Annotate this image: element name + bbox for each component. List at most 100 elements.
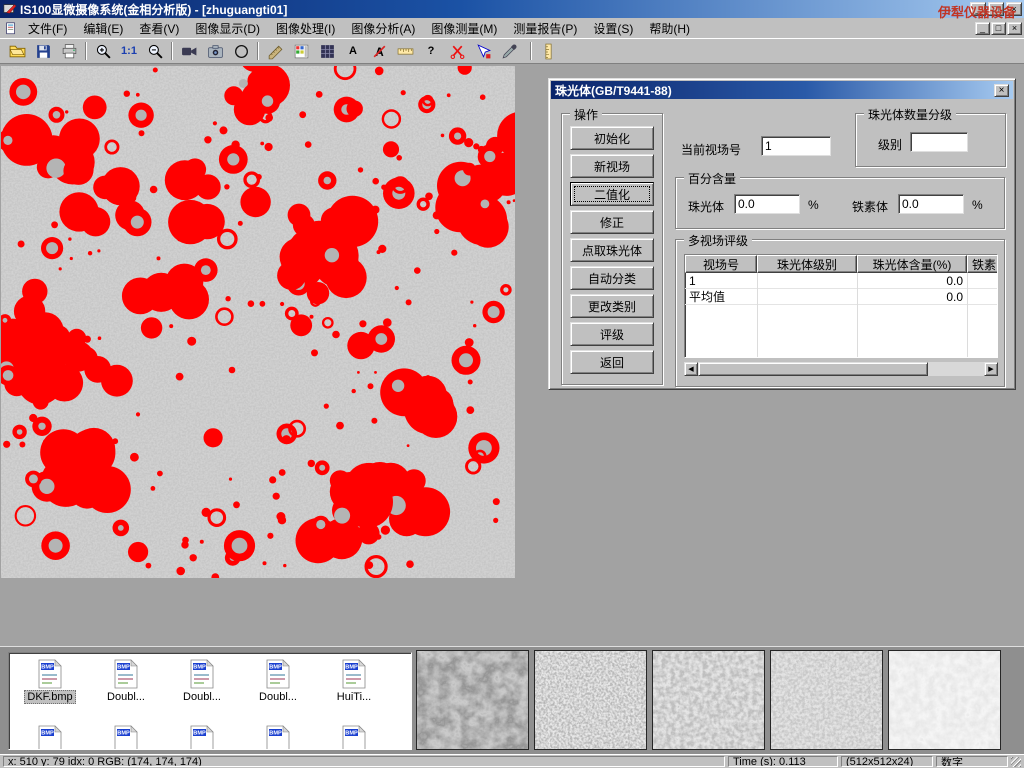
grade-input[interactable] <box>910 132 968 152</box>
file-item[interactable]: BMP Doubl... <box>241 659 315 703</box>
current-view-input[interactable] <box>761 136 831 156</box>
scroll-right-arrow[interactable]: ▶ <box>984 362 998 376</box>
table-header[interactable]: 视场号 <box>685 255 757 273</box>
help-button[interactable]: ? <box>418 40 444 62</box>
ferrite-percent-input[interactable] <box>898 194 964 214</box>
bmp-file-icon: BMP <box>113 659 139 689</box>
return-button[interactable]: 返回 <box>570 350 654 374</box>
bmp-file-icon: BMP <box>37 725 63 750</box>
text-delete-button[interactable]: A <box>366 40 392 62</box>
correct-button[interactable]: 修正 <box>570 210 654 234</box>
print-button[interactable] <box>56 40 82 62</box>
grid-color-button[interactable] <box>288 40 314 62</box>
save-button[interactable] <box>30 40 56 62</box>
file-item-partial[interactable]: BMP <box>317 725 391 750</box>
document-icon <box>4 21 18 36</box>
vertical-ruler-button[interactable] <box>535 40 561 62</box>
table-horizontal-scrollbar[interactable]: ◀ ▶ <box>684 362 998 376</box>
minimize-button[interactable]: _ <box>970 2 986 16</box>
pointer-measure-button[interactable] <box>470 40 496 62</box>
video-capture-button[interactable] <box>176 40 202 62</box>
new-field-button[interactable]: 新视场 <box>570 154 654 178</box>
menu-file[interactable]: 文件(F) <box>20 19 75 38</box>
dialog-close-button[interactable]: × <box>994 84 1009 97</box>
scroll-thumb[interactable] <box>698 362 928 376</box>
toolbar: 1:1 A A ? <box>0 38 1024 64</box>
open-file-button[interactable] <box>4 40 30 62</box>
change-class-button[interactable]: 更改类别 <box>570 294 654 318</box>
pearlite-percent-sign: % <box>808 198 819 212</box>
thumbnail-4[interactable] <box>770 650 883 750</box>
menu-image-analysis[interactable]: 图像分析(A) <box>343 19 423 38</box>
ruler-button[interactable] <box>392 40 418 62</box>
file-item-partial[interactable]: BMP <box>241 725 315 750</box>
auto-classify-button[interactable]: 自动分类 <box>570 266 654 290</box>
zoom-out-icon <box>147 43 164 60</box>
thumbnail-5[interactable] <box>888 650 1001 750</box>
circle-tool-button[interactable] <box>228 40 254 62</box>
floppy-icon <box>35 43 52 60</box>
table-cell: 0.0 <box>857 273 967 288</box>
table-row[interactable]: 平均值 0.0 <box>685 289 997 305</box>
menu-edit[interactable]: 编辑(E) <box>75 19 131 38</box>
pearlite-percent-input[interactable] <box>734 194 800 214</box>
bmp-file-icon: BMP <box>341 725 367 750</box>
caliper-measure-button[interactable] <box>262 40 288 62</box>
pointer-icon <box>475 43 492 60</box>
multi-field-group-label: 多视场评级 <box>684 232 752 249</box>
thumbnail-3[interactable] <box>652 650 765 750</box>
cut-tool-button[interactable] <box>444 40 470 62</box>
zoom-in-button[interactable] <box>90 40 116 62</box>
pick-pearlite-button[interactable]: 点取珠光体 <box>570 238 654 262</box>
mdi-restore-button[interactable]: □ <box>991 22 1006 35</box>
ferrite-percent-sign: % <box>972 198 983 212</box>
dialog-title-bar[interactable]: 珠光体(GB/T9441-88) × <box>551 81 1013 99</box>
picker-button[interactable] <box>496 40 522 62</box>
one-to-one-icon: 1:1 <box>121 45 137 57</box>
file-item-partial[interactable]: BMP <box>89 725 163 750</box>
vertical-ruler-icon <box>540 43 557 60</box>
menu-image-display[interactable]: 图像显示(D) <box>187 19 268 38</box>
file-item-partial[interactable]: BMP <box>13 725 87 750</box>
table-header[interactable]: 珠光体级别 <box>757 255 857 273</box>
file-list[interactable]: BMP DKF.bmp BMP Doubl... BMP Doubl... BM… <box>8 652 412 750</box>
thumbnail-2[interactable] <box>534 650 647 750</box>
maximize-button[interactable]: □ <box>988 2 1004 16</box>
eyedropper-icon <box>501 43 518 60</box>
table-header[interactable]: 铁素 <box>967 255 998 273</box>
camera-capture-button[interactable] <box>202 40 228 62</box>
zoom-out-button[interactable] <box>142 40 168 62</box>
file-item[interactable]: BMP Doubl... <box>165 659 239 703</box>
workspace: 珠光体(GB/T9441-88) × 操作 初始化 新视场 二值化 修正 点取珠… <box>0 64 1024 646</box>
init-button[interactable]: 初始化 <box>570 126 654 150</box>
file-item[interactable]: BMP DKF.bmp <box>13 659 87 704</box>
rate-button[interactable]: 评级 <box>570 322 654 346</box>
grid-dark-button[interactable] <box>314 40 340 62</box>
operations-group-label: 操作 <box>570 106 602 123</box>
file-item[interactable]: BMP Doubl... <box>89 659 163 703</box>
table-header[interactable]: 珠光体含量(%) <box>857 255 967 273</box>
file-item-partial[interactable]: BMP <box>165 725 239 750</box>
table-row[interactable]: 1 0.0 <box>685 273 997 289</box>
close-button[interactable]: × <box>1006 2 1022 16</box>
menu-view[interactable]: 查看(V) <box>131 19 187 38</box>
thumbnail-1[interactable] <box>416 650 529 750</box>
file-item[interactable]: BMP HuiTi... <box>317 659 391 703</box>
binarize-button[interactable]: 二值化 <box>570 182 654 206</box>
actual-size-button[interactable]: 1:1 <box>116 40 142 62</box>
menu-help[interactable]: 帮助(H) <box>641 19 698 38</box>
table-cell <box>967 289 998 304</box>
text-tool-button[interactable]: A <box>340 40 366 62</box>
rating-table[interactable]: 视场号 珠光体级别 珠光体含量(%) 铁素 1 0.0 平均值 0 <box>684 254 998 358</box>
menu-report[interactable]: 测量报告(P) <box>505 19 585 38</box>
menu-image-process[interactable]: 图像处理(I) <box>268 19 343 38</box>
mdi-minimize-button[interactable]: _ <box>975 22 990 35</box>
camera-icon <box>207 43 224 60</box>
resize-grip[interactable] <box>1011 757 1021 767</box>
metallographic-image[interactable] <box>1 66 515 578</box>
thumbnail-strip <box>416 650 1001 750</box>
mdi-close-button[interactable]: × <box>1007 22 1022 35</box>
scroll-left-arrow[interactable]: ◀ <box>684 362 698 376</box>
menu-image-measure[interactable]: 图像测量(M) <box>423 19 505 38</box>
menu-settings[interactable]: 设置(S) <box>585 19 641 38</box>
